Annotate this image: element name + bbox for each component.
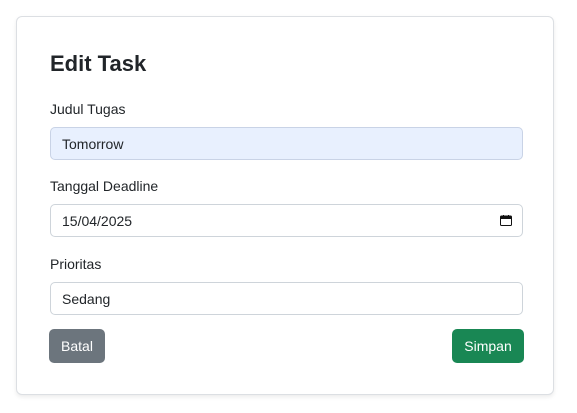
edit-task-card: Edit Task Judul Tugas Tomorrow Tanggal D… [16,16,554,395]
deadline-field-label: Tanggal Deadline [50,178,159,194]
title-input[interactable]: Tomorrow [50,127,523,160]
priority-field-label: Prioritas [50,256,102,272]
title-input-value: Tomorrow [62,135,124,152]
deadline-input-value: 15/04/2025 [62,212,133,229]
priority-input-value: Sedang [62,290,111,307]
form-title: Edit Task [50,51,147,76]
title-field-label: Judul Tugas [50,101,126,117]
deadline-date-input[interactable]: 15/04/2025 [50,204,523,237]
priority-input[interactable]: Sedang [50,282,523,315]
cancel-button[interactable]: Batal [49,329,105,363]
calendar-icon[interactable] [500,215,512,226]
save-button[interactable]: Simpan [452,329,524,363]
